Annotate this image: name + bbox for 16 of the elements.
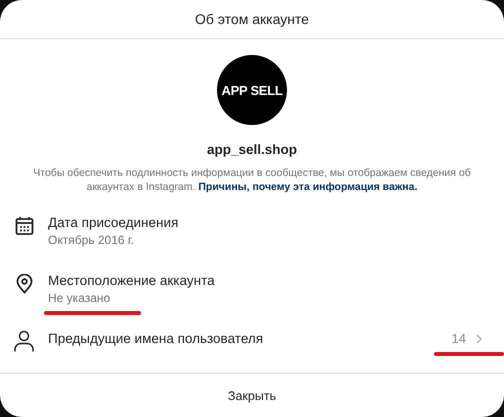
location-pin-icon <box>16 274 32 294</box>
item-title: Местоположение аккаунта <box>48 272 216 290</box>
info-link[interactable]: Причины, почему эта информация важна. <box>198 181 418 193</box>
item-title: Предыдущие имена пользователя <box>48 330 264 348</box>
calendar-icon <box>14 216 34 236</box>
dialog-title: Об этом аккаунте <box>195 11 309 27</box>
close-button[interactable]: Закрыть <box>220 384 284 406</box>
item-value: Октябрь 2016 г. <box>48 232 134 249</box>
count: 14 <box>452 331 466 346</box>
item-value: Не указано <box>48 290 110 307</box>
username: app_sell.shop <box>206 142 298 157</box>
avatar: APP SELL <box>217 55 287 125</box>
item-title: Дата присоединения <box>48 214 180 232</box>
person-icon <box>14 330 34 352</box>
chevron-icon <box>476 334 482 344</box>
description: Чтобы обеспечить подлинность информации в сообществе, мы отображаем сведения об аккаунтах в Instagram. Причины, почему эта информация важна. <box>32 166 472 194</box>
